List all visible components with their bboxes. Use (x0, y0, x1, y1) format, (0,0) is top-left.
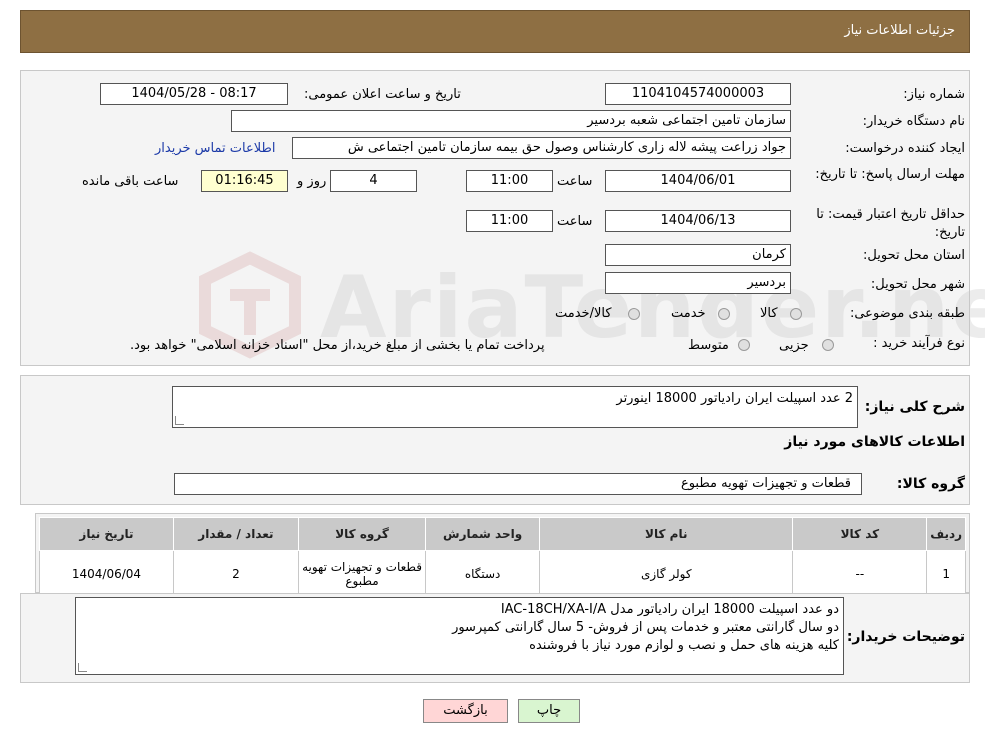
announce-field[interactable]: 1404/05/28 - 08:17 (100, 83, 288, 105)
cell-group: قطعات و تجهیزات تهویه مطبوع (297, 550, 427, 598)
description-text: 2 عدد اسپیلت ایران رادیاتور 18000 اینورت… (616, 391, 853, 406)
days-field[interactable]: 4 (330, 170, 417, 192)
province-field[interactable]: کرمان (605, 244, 791, 266)
province-label: استان محل تحویل: (863, 248, 965, 263)
notes-label: توضیحات خریدار: (846, 629, 965, 645)
col-header-name: نام کالا (539, 517, 794, 551)
goods-group-label: گروه کالا: (896, 476, 965, 492)
purchase-radio-minor[interactable] (822, 339, 834, 351)
remaining-time-label: ساعت باقی مانده (82, 174, 179, 189)
buyer-org-field[interactable]: سازمان تامین اجتماعی شعبه بردسیر (231, 110, 791, 132)
remaining-time-field: 01:16:45 (201, 170, 288, 192)
category-radio-goods[interactable] (790, 308, 802, 320)
days-label: روز و (297, 174, 327, 189)
col-header-group: گروه کالا (297, 517, 427, 551)
category-option-goods: کالا (760, 306, 778, 321)
goods-section-title: اطلاعات کالاهای مورد نیاز (784, 434, 965, 450)
items-table: ردیف کد کالا نام کالا واحد شمارش گروه کا… (39, 517, 966, 598)
cell-qty: 2 (172, 550, 299, 598)
col-header-date: تاریخ نیاز (39, 517, 174, 551)
notes-line-1: دو عدد اسپیلت 18000 ایران رادیاتور مدل I… (500, 602, 839, 617)
validity-time-field[interactable]: 11:00 (466, 210, 553, 232)
page-title: جزئیات اطلاعات نیاز (844, 23, 955, 38)
validity-label: حداقل تاریخ اعتبار قیمت: تا تاریخ: (816, 207, 965, 240)
notes-line-3: کلیه هزینه های حمل و نصب و لوازم مورد نی… (529, 638, 839, 653)
description-label: شرح کلی نیاز: (864, 399, 965, 415)
need-number-label: شماره نیاز: (903, 87, 965, 102)
col-header-row-number: ردیف (926, 517, 966, 551)
city-label: شهر محل تحویل: (870, 277, 965, 292)
purchase-option-minor: جزیی (779, 338, 809, 353)
resize-handle-icon[interactable] (78, 663, 87, 672)
reply-deadline-label: مهلت ارسال پاسخ: تا تاریخ: (815, 167, 965, 182)
purchase-type-label: نوع فرآیند خرید : (873, 336, 965, 351)
requester-field[interactable]: جواد زراعت پیشه لاله زاری کارشناس وصول ح… (292, 137, 791, 159)
validity-date-field[interactable]: 1404/06/13 (605, 210, 791, 232)
back-button[interactable]: بازگشت (423, 699, 508, 723)
category-radio-goods-service[interactable] (628, 308, 640, 320)
category-label: طبقه بندی موضوعی: (849, 306, 965, 321)
category-radio-service[interactable] (718, 308, 730, 320)
col-header-qty: تعداد / مقدار (172, 517, 299, 551)
cell-row-number: 1 (926, 550, 966, 598)
purchase-radio-medium[interactable] (738, 339, 750, 351)
resize-handle-icon[interactable] (175, 416, 184, 425)
table-header-row: ردیف کد کالا نام کالا واحد شمارش گروه کا… (39, 517, 966, 551)
col-header-unit: واحد شمارش (425, 517, 541, 551)
category-option-service: خدمت (671, 306, 706, 321)
city-field[interactable]: بردسیر (605, 272, 791, 294)
cell-code: -- (792, 550, 928, 598)
cell-unit: دستگاه (425, 550, 541, 598)
cell-name: کولر گازی (539, 550, 794, 598)
description-textarea[interactable]: 2 عدد اسپیلت ایران رادیاتور 18000 اینورت… (172, 386, 858, 428)
page-header: جزئیات اطلاعات نیاز (20, 10, 970, 53)
notes-line-2: دو سال گارانتی معتبر و خدمات پس از فروش-… (452, 620, 839, 635)
reply-time-label: ساعت (557, 174, 593, 189)
reply-time-field[interactable]: 11:00 (466, 170, 553, 192)
table-row[interactable]: 1 -- کولر گازی دستگاه قطعات و تجهیزات ته… (39, 550, 966, 598)
goods-group-field[interactable]: قطعات و تجهیزات تهویه مطبوع (174, 473, 862, 495)
requester-label: ایجاد کننده درخواست: (845, 141, 965, 156)
announce-label: تاریخ و ساعت اعلان عمومی: (304, 87, 461, 102)
buyer-contact-link[interactable]: اطلاعات تماس خریدار (155, 141, 275, 156)
notes-textarea[interactable]: دو عدد اسپیلت 18000 ایران رادیاتور مدل I… (75, 597, 844, 675)
buyer-org-label: نام دستگاه خریدار: (862, 114, 965, 129)
validity-time-label: ساعت (557, 214, 593, 229)
print-button[interactable]: چاپ (518, 699, 580, 723)
col-header-code: کد کالا (792, 517, 928, 551)
reply-date-field[interactable]: 1404/06/01 (605, 170, 791, 192)
purchase-option-medium: متوسط (688, 338, 729, 353)
purchase-note: پرداخت تمام یا بخشی از مبلغ خرید،از محل … (130, 338, 545, 353)
cell-date: 1404/06/04 (39, 550, 174, 598)
need-number-field[interactable]: 1104104574000003 (605, 83, 791, 105)
category-option-goods-service: کالا/خدمت (555, 306, 612, 321)
